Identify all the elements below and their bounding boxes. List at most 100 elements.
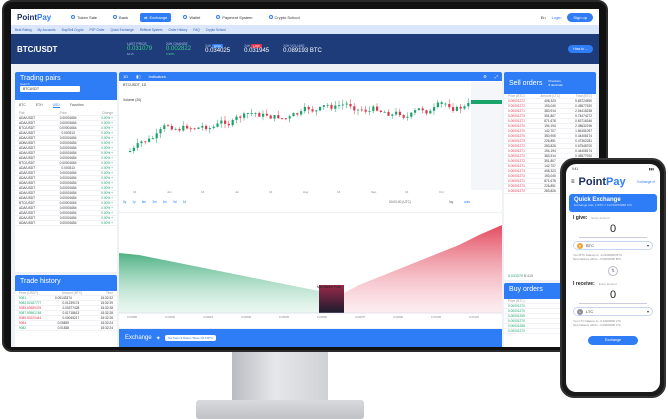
auto-toggle[interactable]: auto (464, 200, 470, 204)
timeframe-option[interactable]: 6m (142, 200, 146, 204)
depth-tick-label: 0.03015 (203, 315, 214, 319)
exchange-bar: Exchange ✦ Not Taker & Maker / Base 1/0.… (119, 329, 502, 347)
candle-body (398, 111, 401, 116)
subnav-item[interactable]: Order History (168, 28, 187, 32)
candle-body (167, 125, 170, 127)
timeframe-option[interactable]: 1m (163, 200, 167, 204)
exchange-button[interactable]: Exchange (588, 336, 638, 345)
nav-wallet[interactable]: Wallet (179, 13, 204, 22)
subnav-item[interactable]: Buy/Sell Crypto (62, 28, 84, 32)
timeframe-option[interactable]: 5d (173, 200, 177, 204)
give-currency-select[interactable]: ₿ BTC ▾ (573, 241, 653, 250)
receive-amount-input[interactable]: 0 (579, 289, 647, 304)
tab-eth[interactable]: ETH (36, 103, 43, 108)
login-link[interactable]: Login (552, 15, 562, 20)
subnav-item[interactable]: Quick Exchange (111, 28, 134, 32)
candle-body (334, 105, 337, 109)
timeframe-option[interactable]: 5y (123, 200, 126, 204)
nav-payment-system[interactable]: Payment System (212, 13, 256, 22)
pair-row[interactable]: ADA/USDT 0.00001654 0.00% + (15, 221, 117, 226)
top-navbar: PointPay Token Sale Bank ⇄ Exchange Walle… (11, 9, 599, 25)
settings-icon[interactable]: ⚙ (483, 74, 487, 79)
candle-body (307, 106, 310, 110)
candle-body (246, 113, 249, 115)
nav-token-sale[interactable]: Token Sale (67, 13, 101, 22)
candle-type-icon[interactable]: ▮▯ (136, 74, 140, 79)
candle-body (319, 106, 322, 111)
exchange-screen: PointPay Token Sale Bank ⇄ Exchange Walle… (11, 9, 599, 347)
x-tick-label: 16 (269, 190, 273, 194)
candle-body (273, 115, 276, 119)
candle-body (216, 123, 219, 127)
candle-body (239, 116, 242, 118)
tab-favorites[interactable]: Favorites (70, 103, 84, 108)
indicators-button[interactable]: Indicators (149, 74, 166, 79)
candle-body (372, 106, 375, 111)
subnav-item[interactable]: Crypto School (206, 28, 226, 32)
signup-button[interactable]: Sign up (567, 12, 593, 22)
candle-body (376, 106, 379, 111)
pointpay-logo[interactable]: PointPay (17, 13, 51, 22)
chevron-down-icon: ▾ (646, 243, 649, 248)
candle-body (311, 109, 314, 112)
subnav-item[interactable]: Refferal System (140, 28, 163, 32)
candle-body (201, 125, 204, 128)
depth-tick-label: 0.03120 (469, 315, 480, 319)
candle-body (155, 133, 158, 139)
current-price-tag (471, 100, 502, 104)
phone-screen: 9:41 ▮▮▮ ≡ PointPay Exchange of Quick Exc… (566, 164, 660, 392)
subnav-item[interactable]: P2P Order (90, 28, 105, 32)
trade-history-panel: Trade history Price (USDT) Amount (BTC) Ti… (15, 275, 117, 347)
price-chart-panel: 1D ▮▯ Indicators ⚙ ⤢ BTCUSDT, 1D Volume … (119, 72, 502, 212)
bank-icon (113, 15, 118, 19)
candlestick-chart[interactable] (119, 82, 502, 200)
phone-device: 9:41 ▮▮▮ ≡ PointPay Exchange of Quick Exc… (560, 158, 666, 398)
candle-body (182, 125, 185, 131)
candle-body (220, 120, 223, 124)
product-mockup: PointPay Token Sale Bank ⇄ Exchange Walle… (0, 0, 668, 419)
log-toggle[interactable]: log (449, 200, 453, 204)
candle-body (193, 128, 196, 130)
exchange-title: Exchange (125, 335, 152, 341)
subnav-item[interactable]: My Accounts (37, 28, 55, 32)
depth-tick-label: 0.03105 (431, 315, 442, 319)
phone-nav-label[interactable]: Exchange of (637, 180, 655, 184)
change-stat: 24H CHANGE 0.002822 9.98% (166, 42, 192, 56)
subnav-item[interactable]: FAQ (193, 28, 199, 32)
receive-currency-select[interactable]: Ł LTC ▾ (573, 307, 653, 316)
candle-body (303, 106, 306, 112)
candle-body (224, 120, 227, 124)
nav-exchange[interactable]: ⇄ Exchange (140, 12, 172, 22)
swap-icon[interactable]: ⇅ (608, 266, 618, 276)
candle-body (383, 111, 386, 113)
how-to-button[interactable]: How to ... (568, 45, 593, 53)
exchange-icon: ⇄ (144, 14, 148, 20)
timeframe-option[interactable]: 1d (183, 200, 187, 204)
nav-crypto-school[interactable]: Crypto School (265, 13, 304, 22)
give-amount-input[interactable]: 0 (579, 223, 647, 238)
interval-select[interactable]: 1D (123, 74, 128, 79)
timeframe-option[interactable]: 3m (152, 200, 156, 204)
tab-btc[interactable]: BTC (19, 103, 26, 108)
info-icon[interactable]: ✦ (156, 335, 161, 342)
subnav-item[interactable]: Best Rating (15, 28, 31, 32)
payment-icon (216, 15, 221, 19)
depth-tick-label: 0.03000 (165, 315, 176, 319)
candle-body (315, 110, 318, 112)
timeframe-option[interactable]: 1y (132, 200, 135, 204)
pair-search-input[interactable]: BTCUSDT (20, 86, 80, 92)
ltc-icon: Ł (577, 308, 583, 315)
precision-select[interactable]: Precision 8 decimals (548, 79, 562, 87)
nav-bank[interactable]: Bank (109, 13, 132, 22)
tab-usd[interactable]: USD (52, 103, 60, 108)
pair-tabs: BTC ETH USD Favorites (15, 100, 117, 111)
candle-body (262, 113, 265, 117)
fullscreen-icon[interactable]: ⤢ (495, 74, 498, 79)
phone-logo: PointPay (578, 176, 626, 188)
candle-body (231, 120, 234, 126)
trading-pairs-panel: Trading pairs Search BTCUSDT BTC ETH USD… (15, 72, 117, 272)
fee-pill[interactable]: Not Taker & Maker / Base 1/0.5 BTC (164, 335, 216, 341)
menu-icon[interactable]: ≡ (571, 179, 575, 185)
candle-body (205, 125, 208, 130)
language-select[interactable]: En (541, 15, 546, 20)
